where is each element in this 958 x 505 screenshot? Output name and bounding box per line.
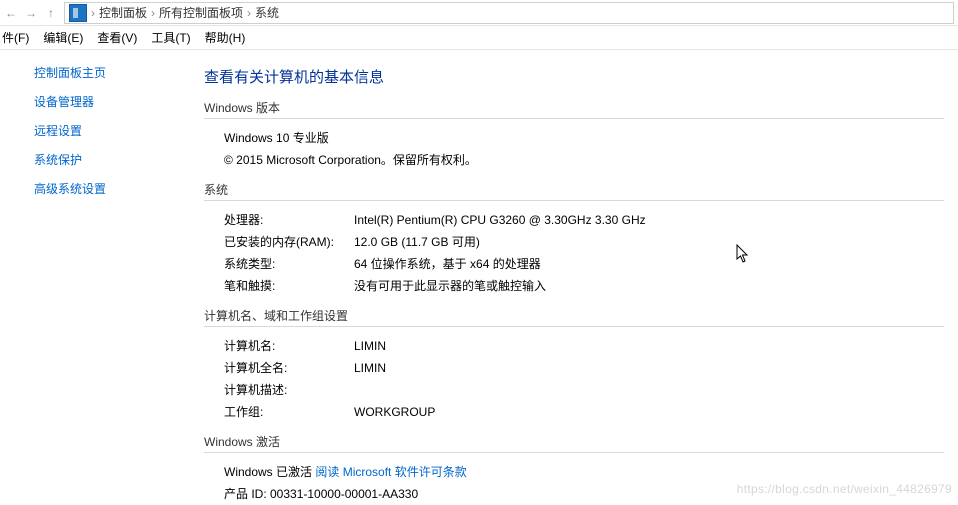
computer-fullname-label: 计算机全名: [224, 357, 354, 379]
sidebar-item-advanced[interactable]: 高级系统设置 [34, 180, 198, 197]
row-processor: 处理器: Intel(R) Pentium(R) CPU G3260 @ 3.3… [224, 209, 958, 231]
ram-label: 已安装的内存(RAM): [224, 231, 354, 253]
activation-status-line: Windows 已激活 阅读 Microsoft 软件许可条款 [224, 461, 958, 483]
breadcrumb[interactable]: › 控制面板 › 所有控制面板项 › 系统 [64, 2, 954, 24]
breadcrumb-item[interactable]: 所有控制面板项 [159, 4, 243, 21]
row-ram: 已安装的内存(RAM): 12.0 GB (11.7 GB 可用) [224, 231, 958, 253]
row-system-type: 系统类型: 64 位操作系统，基于 x64 的处理器 [224, 253, 958, 275]
row-pen-touch: 笔和触摸: 没有可用于此显示器的笔或触控输入 [224, 275, 958, 297]
row-computer-desc: 计算机描述: [224, 379, 958, 401]
sidebar-item-devmgr[interactable]: 设备管理器 [34, 93, 198, 110]
sidebar-item-protect[interactable]: 系统保护 [34, 151, 198, 168]
back-arrow-icon[interactable]: ← [4, 6, 18, 20]
pen-label: 笔和触摸: [224, 275, 354, 297]
menu-view[interactable]: 查看(V) [97, 29, 137, 46]
systype-label: 系统类型: [224, 253, 354, 275]
activation-status: Windows 已激活 [224, 465, 315, 479]
control-panel-icon [69, 4, 87, 22]
processor-label: 处理器: [224, 209, 354, 231]
menu-tools[interactable]: 工具(T) [151, 29, 190, 46]
systype-value: 64 位操作系统，基于 x64 的处理器 [354, 253, 541, 275]
breadcrumb-item[interactable]: 系统 [255, 4, 279, 21]
ram-value: 12.0 GB (11.7 GB 可用) [354, 231, 480, 253]
menu-help[interactable]: 帮助(H) [205, 29, 246, 46]
computer-name-label: 计算机名: [224, 335, 354, 357]
menu-edit[interactable]: 编辑(E) [43, 29, 83, 46]
chevron-right-icon: › [247, 6, 251, 20]
product-id: 产品 ID: 00331-10000-00001-AA330 [224, 483, 958, 505]
chevron-right-icon: › [91, 6, 95, 20]
forward-arrow-icon[interactable]: → [24, 6, 38, 20]
section-heading-system: 系统 [204, 181, 944, 201]
computer-fullname-value: LIMIN [354, 357, 386, 379]
chevron-right-icon: › [151, 6, 155, 20]
pen-value: 没有可用于此显示器的笔或触控输入 [354, 275, 546, 297]
workgroup-label: 工作组: [224, 401, 354, 423]
breadcrumb-item[interactable]: 控制面板 [99, 4, 147, 21]
page-title: 查看有关计算机的基本信息 [204, 66, 958, 87]
sidebar-item-remote[interactable]: 远程设置 [34, 122, 198, 139]
menu-bar: 件(F) 编辑(E) 查看(V) 工具(T) 帮助(H) [0, 26, 958, 50]
copyright: © 2015 Microsoft Corporation。保留所有权利。 [224, 149, 958, 171]
section-heading-edition: Windows 版本 [204, 99, 944, 119]
computer-name-value: LIMIN [354, 335, 386, 357]
workgroup-value: WORKGROUP [354, 401, 435, 423]
sidebar-item-home[interactable]: 控制面板主页 [34, 64, 198, 81]
license-terms-link[interactable]: 阅读 Microsoft 软件许可条款 [315, 465, 466, 479]
sidebar: 控制面板主页 设备管理器 远程设置 系统保护 高级系统设置 [0, 50, 198, 500]
content: 查看有关计算机的基本信息 Windows 版本 Windows 10 专业版 ©… [198, 50, 958, 500]
menu-file[interactable]: 件(F) [2, 29, 29, 46]
address-bar: ← → ↑ › 控制面板 › 所有控制面板项 › 系统 [0, 0, 958, 26]
windows-edition: Windows 10 专业版 [224, 127, 958, 149]
row-computer-name: 计算机名: LIMIN [224, 335, 958, 357]
section-heading-activation: Windows 激活 [204, 433, 944, 453]
section-heading-computer: 计算机名、域和工作组设置 [204, 307, 944, 327]
processor-value: Intel(R) Pentium(R) CPU G3260 @ 3.30GHz … [354, 209, 646, 231]
up-arrow-icon[interactable]: ↑ [44, 6, 58, 20]
computer-desc-label: 计算机描述: [224, 379, 354, 401]
row-computer-fullname: 计算机全名: LIMIN [224, 357, 958, 379]
row-workgroup: 工作组: WORKGROUP [224, 401, 958, 423]
